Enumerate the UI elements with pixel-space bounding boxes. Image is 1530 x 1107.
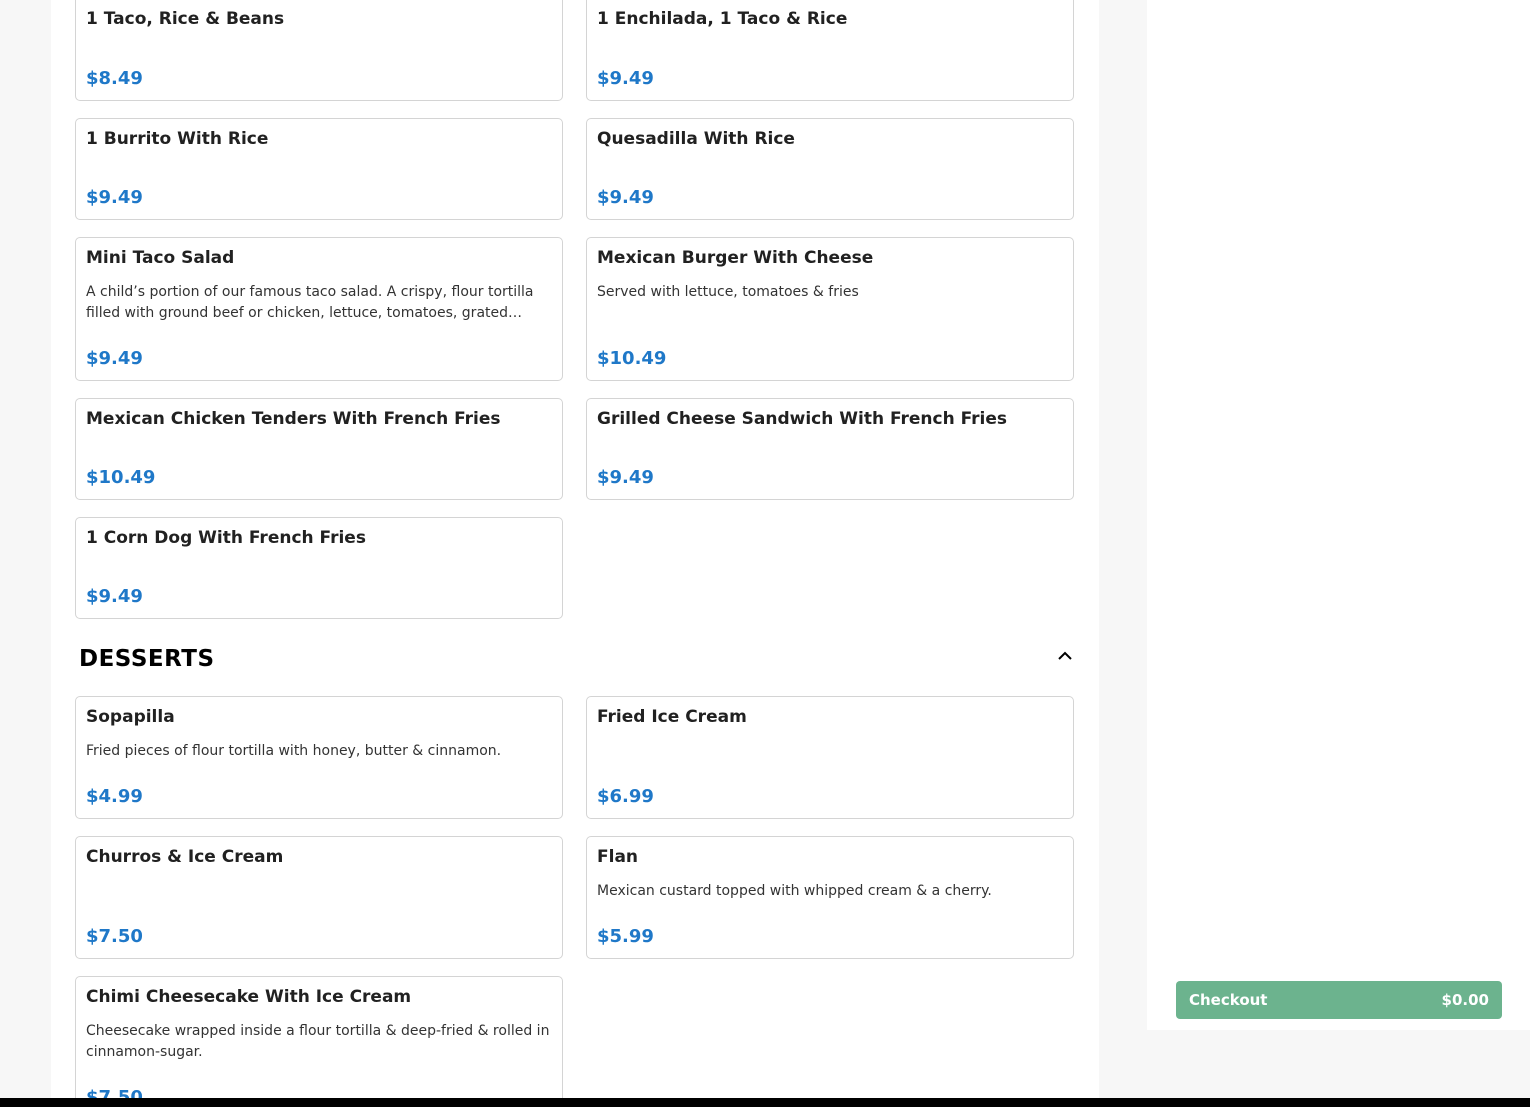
menu-main: 1 Taco, Rice & Beans $8.49 1 Enchilada, … <box>51 0 1099 1098</box>
menu-item-description: Mexican custard topped with whipped crea… <box>597 883 992 899</box>
menu-item-name: Quesadilla With Rice <box>597 129 795 149</box>
menu-item-price: $9.49 <box>597 187 654 208</box>
collapse-section-button[interactable] <box>1055 645 1075 665</box>
menu-item-name: 1 Burrito With Rice <box>86 129 269 149</box>
menu-item-name: 1 Taco, Rice & Beans <box>86 9 285 29</box>
menu-item-name: Chimi Cheesecake With Ice Cream <box>86 987 412 1007</box>
menu-item-card[interactable]: Mexican Burger With Cheese Served with l… <box>586 237 1074 381</box>
menu-item-price: $10.49 <box>86 467 156 488</box>
menu-item-name: Mexican Burger With Cheese <box>597 248 874 268</box>
menu-item-name: Grilled Cheese Sandwich With French Frie… <box>597 409 1008 429</box>
menu-item-price: $7.50 <box>86 926 143 947</box>
menu-item-name: 1 Enchilada, 1 Taco & Rice <box>597 9 848 29</box>
menu-item-price: $8.49 <box>86 68 143 89</box>
menu-item-name: Fried Ice Cream <box>597 707 747 727</box>
menu-item-price: $9.49 <box>86 187 143 208</box>
cart-total: $0.00 <box>1441 991 1489 1009</box>
menu-item-card[interactable]: Flan Mexican custard topped with whipped… <box>586 836 1074 959</box>
menu-item-price: $7.50 <box>86 1087 143 1098</box>
menu-item-price: $6.99 <box>597 786 654 807</box>
menu-item-price: $9.49 <box>86 586 143 607</box>
menu-item-card[interactable]: Mexican Chicken Tenders With French Frie… <box>75 398 563 500</box>
menu-item-price: $10.49 <box>597 348 667 369</box>
menu-item-name: 1 Corn Dog With French Fries <box>86 528 366 548</box>
menu-item-card[interactable]: Quesadilla With Rice $9.49 <box>586 118 1074 220</box>
checkout-button[interactable]: Checkout $0.00 <box>1176 981 1502 1019</box>
menu-item-card[interactable]: 1 Enchilada, 1 Taco & Rice $9.49 <box>586 0 1074 101</box>
menu-item-name: Mini Taco Salad <box>86 248 235 268</box>
menu-item-card[interactable]: 1 Corn Dog With French Fries $9.49 <box>75 517 563 619</box>
menu-item-price: $9.49 <box>597 68 654 89</box>
menu-item-description: Cheesecake wrapped inside a flour tortil… <box>86 1023 550 1060</box>
menu-item-name: Churros & Ice Cream <box>86 847 284 867</box>
menu-item-price: $4.99 <box>86 786 143 807</box>
menu-item-card[interactable]: 1 Burrito With Rice $9.49 <box>75 118 563 220</box>
cart-sidebar <box>1147 0 1530 1030</box>
menu-item-description: Fried pieces of flour tortilla with hone… <box>86 743 502 759</box>
menu-item-price: $9.49 <box>86 348 143 369</box>
section-title-desserts: DESSERTS <box>79 646 215 672</box>
menu-item-card[interactable]: Mini Taco Salad A child’s portion of our… <box>75 237 563 381</box>
menu-item-price: $9.49 <box>597 467 654 488</box>
menu-item-name: Sopapilla <box>86 707 175 727</box>
chevron-up-icon <box>1058 651 1072 660</box>
checkout-label: Checkout <box>1189 991 1268 1009</box>
bottom-bar <box>0 1098 1530 1107</box>
menu-item-card[interactable]: Grilled Cheese Sandwich With French Frie… <box>586 398 1074 500</box>
menu-item-card[interactable]: Fried Ice Cream $6.99 <box>586 696 1074 819</box>
menu-item-description: A child’s portion of our famous taco sal… <box>86 284 534 321</box>
menu-item-card[interactable]: Chimi Cheesecake With Ice Cream Cheeseca… <box>75 976 563 1098</box>
menu-item-description: Served with lettuce, tomatoes & fries <box>597 284 859 300</box>
menu-item-name: Flan <box>597 847 639 867</box>
menu-item-name: Mexican Chicken Tenders With French Frie… <box>86 409 501 429</box>
menu-item-card[interactable]: Churros & Ice Cream $7.50 <box>75 836 563 959</box>
menu-item-card[interactable]: Sopapilla Fried pieces of flour tortilla… <box>75 696 563 819</box>
menu-item-card[interactable]: 1 Taco, Rice & Beans $8.49 <box>75 0 563 101</box>
menu-item-price: $5.99 <box>597 926 654 947</box>
